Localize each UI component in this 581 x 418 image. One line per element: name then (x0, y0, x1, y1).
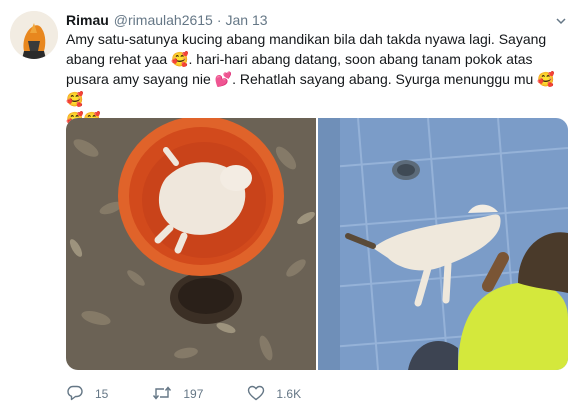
media-grid (66, 118, 568, 370)
reply-count: 15 (95, 387, 109, 401)
separator-dot: · (216, 12, 222, 28)
user-handle[interactable]: @rimaulah2615 (114, 11, 213, 29)
like-count: 1.6K (276, 387, 302, 401)
tweet[interactable]: Rimau @rimaulah2615 · Jan 13 Amy satu-sa… (0, 0, 581, 418)
like-button[interactable]: 1.6K (247, 384, 301, 405)
reply-icon (66, 384, 95, 405)
display-name[interactable]: Rimau (66, 11, 109, 29)
tweet-text-line: abang rehat yaa 🥰. hari-hari abang datan… (66, 51, 533, 67)
avatar[interactable] (10, 11, 58, 59)
tweet-text: Amy satu-satunya kucing abang mandikan b… (66, 29, 566, 129)
retweet-icon (152, 384, 183, 405)
photo-cat-in-basin[interactable] (66, 118, 316, 370)
tweet-actions: 15 197 1.6K (66, 382, 345, 406)
chevron-down-icon[interactable] (555, 14, 567, 26)
heart-icon (247, 384, 276, 405)
retweet-button[interactable]: 197 (152, 384, 203, 405)
tweet-header: Rimau @rimaulah2615 · Jan 13 (66, 11, 268, 29)
tweet-text-line: pusara amy sayang nie 💕. Rehatlah sayang… (66, 71, 555, 107)
reply-button[interactable]: 15 (66, 384, 108, 405)
tweet-date[interactable]: Jan 13 (226, 11, 268, 29)
tweet-text-line: Amy satu-satunya kucing abang mandikan b… (66, 31, 547, 47)
retweet-count: 197 (183, 387, 204, 401)
photo-bathing-cat[interactable] (318, 118, 568, 370)
